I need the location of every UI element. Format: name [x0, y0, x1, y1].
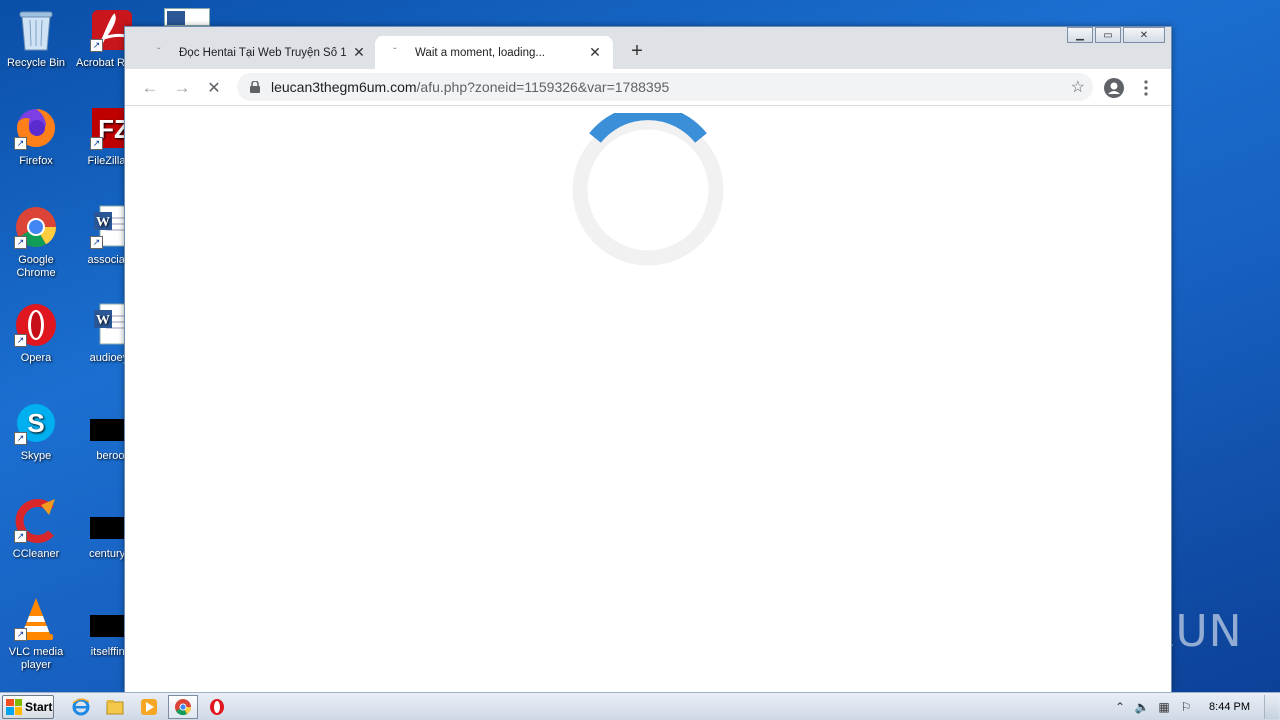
media-player-icon — [141, 698, 157, 715]
show-hidden-icons-icon[interactable]: ⌃ — [1109, 696, 1131, 718]
svg-text:W: W — [96, 215, 110, 230]
bookmark-star-icon[interactable]: ☆ — [1071, 77, 1085, 97]
desktop-icon-skype[interactable]: S ↗ Skype — [0, 399, 72, 463]
lock-icon — [249, 81, 261, 93]
spinner-track — [572, 114, 724, 266]
tab-strip: ˘ Đọc Hentai Tại Web Truyện Số 1 VN ✕ ˘ … — [125, 27, 1171, 69]
network-icon[interactable]: ▦ — [1153, 696, 1175, 718]
shortcut-arrow-icon: ↗ — [14, 236, 27, 249]
desktop-icon-vlc[interactable]: ↗ VLC media player — [0, 595, 72, 672]
shortcut-arrow-icon: ↗ — [14, 137, 27, 150]
desktop-icon-partial[interactable] — [164, 8, 210, 26]
tab-active[interactable]: ˘ Wait a moment, loading... ✕ — [375, 36, 613, 69]
address-bar[interactable]: leucan3thegm6um.com/afu.php?zoneid=11593… — [237, 73, 1093, 101]
shortcut-arrow-icon: ↗ — [90, 137, 103, 150]
desktop-icon-opera[interactable]: ↗ Opera — [0, 301, 72, 365]
back-button[interactable]: ← — [137, 75, 163, 101]
taskbar-chrome[interactable] — [168, 694, 198, 719]
volume-icon[interactable]: 🔈 — [1131, 696, 1153, 718]
chrome-icon — [175, 698, 192, 715]
desktop-icon-google-chrome[interactable]: ↗ Google Chrome — [0, 203, 72, 280]
url-host: leucan3thegm6um.com — [271, 79, 417, 95]
shortcut-arrow-icon: ↗ — [14, 628, 27, 641]
opera-icon: ↗ — [12, 301, 60, 349]
loading-favicon-icon: ˘ — [157, 47, 161, 58]
skype-icon: S ↗ — [12, 399, 60, 447]
menu-button[interactable] — [1133, 75, 1159, 101]
desktop-icon-label: VLC media player — [8, 646, 64, 671]
svg-text:S: S — [27, 408, 44, 438]
desktop-icon-label: Firefox — [19, 155, 53, 167]
desktop-icon-recycle-bin[interactable]: Recycle Bin — [0, 6, 72, 70]
desktop-icon-firefox[interactable]: ↗ Firefox — [0, 104, 72, 168]
profile-button[interactable] — [1101, 75, 1127, 101]
close-tab-icon[interactable]: ✕ — [585, 43, 605, 63]
taskbar-explorer[interactable] — [100, 695, 130, 719]
recycle-bin-icon — [12, 6, 60, 54]
clock[interactable]: 8:44 PM — [1209, 701, 1250, 713]
action-center-flag-icon[interactable]: ⚐ — [1175, 696, 1197, 718]
firefox-icon: ↗ — [12, 104, 60, 152]
url-path: /afu.php?zoneid=1159326&var=1788395 — [416, 79, 670, 95]
chrome-icon: ↗ — [12, 203, 60, 251]
shortcut-arrow-icon: ↗ — [90, 39, 103, 52]
explorer-icon — [106, 699, 124, 714]
browser-toolbar: ← → ✕ leucan3thegm6um.com/afu.php?zoneid… — [125, 69, 1171, 106]
taskbar-media-player[interactable] — [134, 695, 164, 719]
desktop-icon-label: CCleaner — [12, 548, 60, 560]
desktop-icon-label: Opera — [20, 352, 52, 364]
desktop-icon-label: Recycle Bin — [6, 57, 66, 69]
taskbar-opera[interactable] — [202, 695, 232, 719]
maximize-button[interactable]: ▭ — [1095, 27, 1121, 43]
desktop-icon-ccleaner[interactable]: ↗ CCleaner — [0, 497, 72, 561]
page-content — [125, 106, 1171, 693]
close-window-button[interactable]: ✕ — [1123, 27, 1165, 43]
start-label: Start — [25, 699, 53, 714]
loading-spinner — [572, 113, 724, 266]
kebab-menu-icon — [1144, 80, 1148, 96]
ie-icon — [72, 698, 90, 715]
new-tab-button[interactable]: + — [625, 39, 649, 63]
show-desktop-button[interactable] — [1264, 695, 1278, 719]
forward-button[interactable]: → — [169, 75, 195, 101]
word-doc-icon — [167, 11, 185, 25]
ccleaner-icon: ↗ — [12, 497, 60, 545]
stop-loading-button[interactable]: ✕ — [201, 75, 227, 101]
desktop-icon-label: Skype — [20, 450, 52, 462]
tab-title: Wait a moment, loading... — [415, 46, 545, 59]
shortcut-arrow-icon: ↗ — [14, 530, 27, 543]
minimize-button[interactable]: ▁ — [1067, 27, 1093, 43]
vlc-icon: ↗ — [12, 595, 60, 643]
tab-inactive[interactable]: ˘ Đọc Hentai Tại Web Truyện Số 1 VN ✕ — [139, 36, 377, 69]
windows-logo-icon — [6, 698, 22, 715]
desktop-icon-label: Google Chrome — [16, 254, 56, 279]
account-icon — [1104, 78, 1124, 98]
loading-favicon-icon: ˘ — [393, 47, 397, 58]
taskbar: Start ⌃ 🔈 ▦ ⚐ 8:44 PM — [0, 692, 1280, 720]
close-tab-icon[interactable]: ✕ — [349, 43, 369, 63]
svg-text:W: W — [96, 313, 110, 328]
start-button[interactable]: Start — [2, 694, 54, 719]
opera-icon — [210, 698, 224, 715]
url-text: leucan3thegm6um.com/afu.php?zoneid=11593… — [271, 79, 669, 95]
window-controls: ▁ ▭ ✕ — [1065, 27, 1165, 43]
shortcut-arrow-icon: ↗ — [14, 432, 27, 445]
system-tray: ⌃ 🔈 ▦ ⚐ 8:44 PM — [1109, 693, 1280, 720]
shortcut-arrow-icon: ↗ — [14, 334, 27, 347]
taskbar-ie[interactable] — [66, 695, 96, 719]
shortcut-arrow-icon: ↗ — [90, 236, 103, 249]
tab-title: Đọc Hentai Tại Web Truyện Số 1 VN — [179, 46, 349, 59]
browser-window: ˘ Đọc Hentai Tại Web Truyện Số 1 VN ✕ ˘ … — [124, 26, 1172, 693]
